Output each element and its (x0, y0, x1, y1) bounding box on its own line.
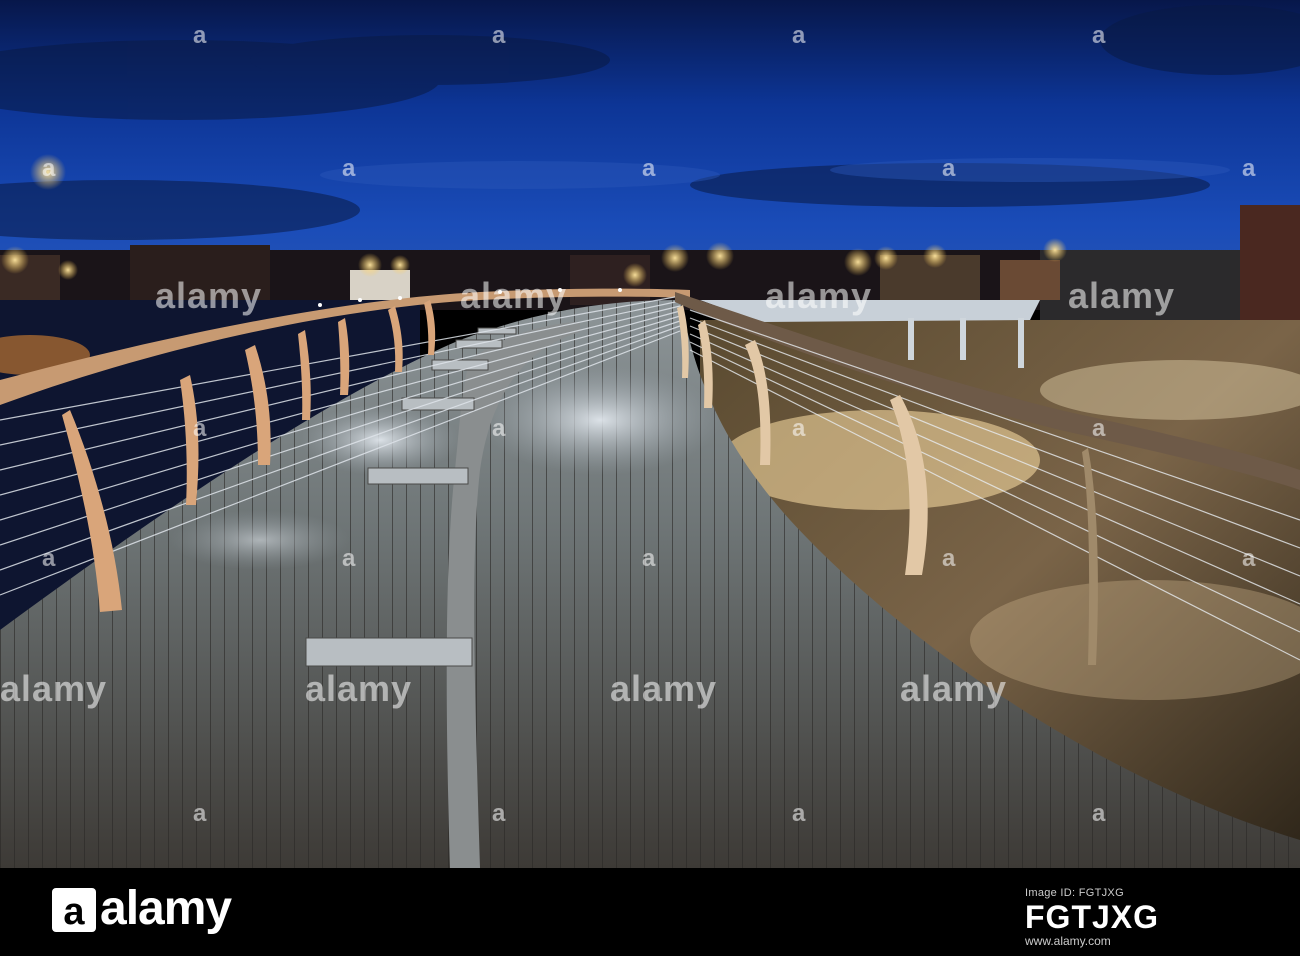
footer-bar: a alamy Image ID: FGTJXG FGTJXG www.alam… (0, 868, 1300, 956)
image-id-value: FGTJXG (1025, 899, 1160, 935)
photo-canvas (0, 0, 1300, 868)
svg-text:a: a (63, 891, 85, 933)
stock-photo-page: alamy alamy alamy alamy alamy alamy alam… (0, 0, 1300, 956)
image-id-label: Image ID: FGTJXG (1025, 887, 1124, 899)
footer-url[interactable]: www.alamy.com (1025, 934, 1270, 948)
bridge-photograph: alamy alamy alamy alamy alamy alamy alam… (0, 0, 1300, 868)
alamy-logo-icon: a (52, 888, 96, 933)
footer-image-info: Image ID: FGTJXG FGTJXG www.alamy.com (1025, 886, 1270, 948)
footer-logo[interactable]: a alamy (50, 882, 232, 936)
footer-brand-name: alamy (100, 882, 232, 935)
